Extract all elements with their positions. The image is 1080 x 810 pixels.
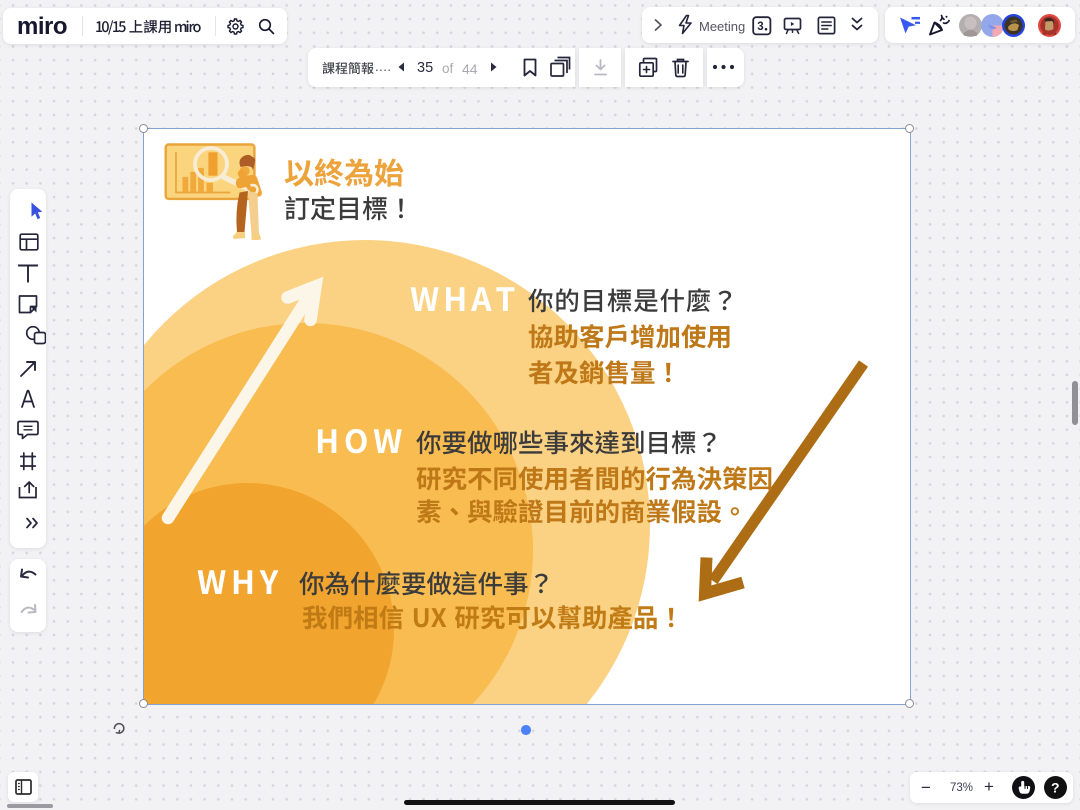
svg-text:?: ? [1051,780,1060,796]
svg-text:3: 3 [757,21,763,33]
